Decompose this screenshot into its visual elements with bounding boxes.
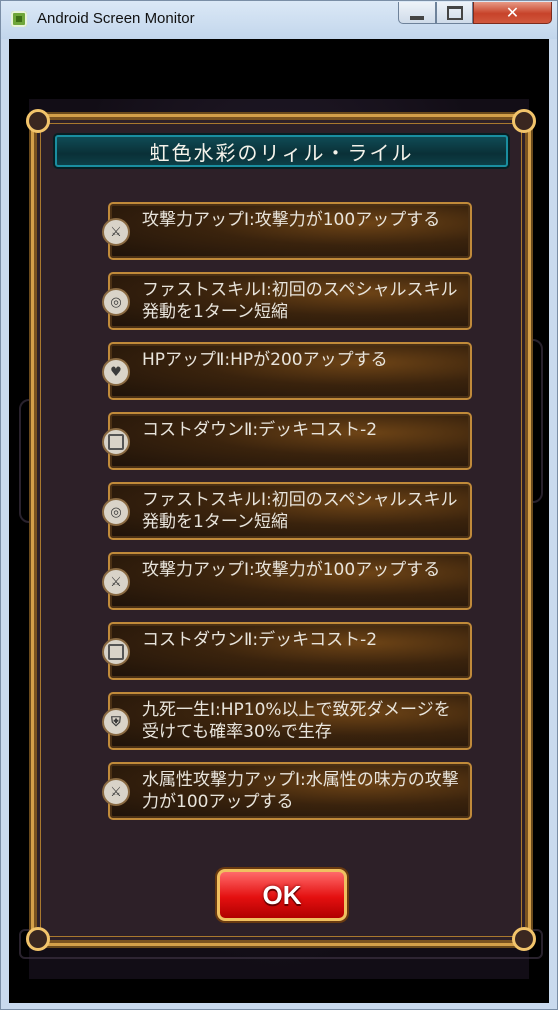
- skill-item: ⚔ 攻撃力アップⅠ:攻撃力が100アップする: [102, 552, 472, 610]
- skill-description: コストダウンⅡ:デッキコスト-2: [142, 420, 378, 440]
- skill-description: コストダウンⅡ:デッキコスト-2: [142, 630, 378, 650]
- guard-icon: ⛨: [102, 708, 130, 736]
- skill-item: コストダウンⅡ:デッキコスト-2: [102, 622, 472, 680]
- ok-button[interactable]: OK: [217, 869, 347, 921]
- window-title: Android Screen Monitor: [37, 10, 195, 27]
- sword-icon: ⚔: [102, 778, 130, 806]
- dialog-title: 虹色水彩のリィル・ライル: [149, 140, 414, 165]
- skill-description: HPアップⅡ:HPが200アップする: [142, 350, 388, 370]
- dialog-title-bar: 虹色水彩のリィル・ライル: [55, 135, 508, 167]
- heart-icon: ♥: [102, 358, 130, 386]
- skill-list-dialog: 虹色水彩のリィル・ライル ⚔ 攻撃力アップⅠ:攻撃力が100アップする ◎ ファ…: [26, 109, 536, 951]
- skill-item: ⚔ 水属性攻撃力アップⅠ:水属性の味方の攻撃力が100アップする: [102, 762, 472, 820]
- title-bar[interactable]: Android Screen Monitor ✕: [1, 1, 557, 39]
- frame-ornament: [26, 109, 50, 133]
- minimize-button[interactable]: [398, 2, 436, 24]
- minimize-icon: [399, 2, 435, 23]
- clock-icon: ◎: [102, 288, 130, 316]
- frame-ornament: [26, 927, 50, 951]
- card-icon: [102, 638, 130, 666]
- skill-description: ファストスキルⅠ:初回のスペシャルスキル発動を1ターン短縮: [142, 280, 458, 322]
- android-monitor-icon: [11, 11, 27, 27]
- frame-ornament: [512, 109, 536, 133]
- app-window: Android Screen Monitor ✕ 虹色水彩のリィル・ライル ⚔ …: [0, 0, 558, 1010]
- skill-description: 九死一生Ⅰ:HP10%以上で致死ダメージを受けても確率30%で生存: [142, 700, 451, 742]
- skill-description: 攻撃力アップⅠ:攻撃力が100アップする: [142, 560, 441, 580]
- skill-item: ◎ ファストスキルⅠ:初回のスペシャルスキル発動を1ターン短縮: [102, 272, 472, 330]
- skill-description: 攻撃力アップⅠ:攻撃力が100アップする: [142, 210, 441, 230]
- close-button[interactable]: ✕: [473, 2, 552, 24]
- clock-icon: ◎: [102, 498, 130, 526]
- device-screen[interactable]: 虹色水彩のリィル・ライル ⚔ 攻撃力アップⅠ:攻撃力が100アップする ◎ ファ…: [9, 39, 549, 1003]
- ok-button-label: OK: [262, 879, 302, 910]
- skill-description: ファストスキルⅠ:初回のスペシャルスキル発動を1ターン短縮: [142, 490, 458, 532]
- frame-ornament: [512, 927, 536, 951]
- sword-icon: ⚔: [102, 568, 130, 596]
- skill-item: ⚔ 攻撃力アップⅠ:攻撃力が100アップする: [102, 202, 472, 260]
- close-icon: ✕: [505, 3, 520, 22]
- skill-item: ♥ HPアップⅡ:HPが200アップする: [102, 342, 472, 400]
- card-icon: [102, 428, 130, 456]
- sword-icon: ⚔: [102, 218, 130, 246]
- skill-description: 水属性攻撃力アップⅠ:水属性の味方の攻撃力が100アップする: [142, 770, 459, 812]
- skill-item: ◎ ファストスキルⅠ:初回のスペシャルスキル発動を1ターン短縮: [102, 482, 472, 540]
- maximize-icon: [437, 2, 472, 23]
- skill-item: ⛨ 九死一生Ⅰ:HP10%以上で致死ダメージを受けても確率30%で生存: [102, 692, 472, 750]
- skill-item: コストダウンⅡ:デッキコスト-2: [102, 412, 472, 470]
- maximize-button[interactable]: [436, 2, 473, 24]
